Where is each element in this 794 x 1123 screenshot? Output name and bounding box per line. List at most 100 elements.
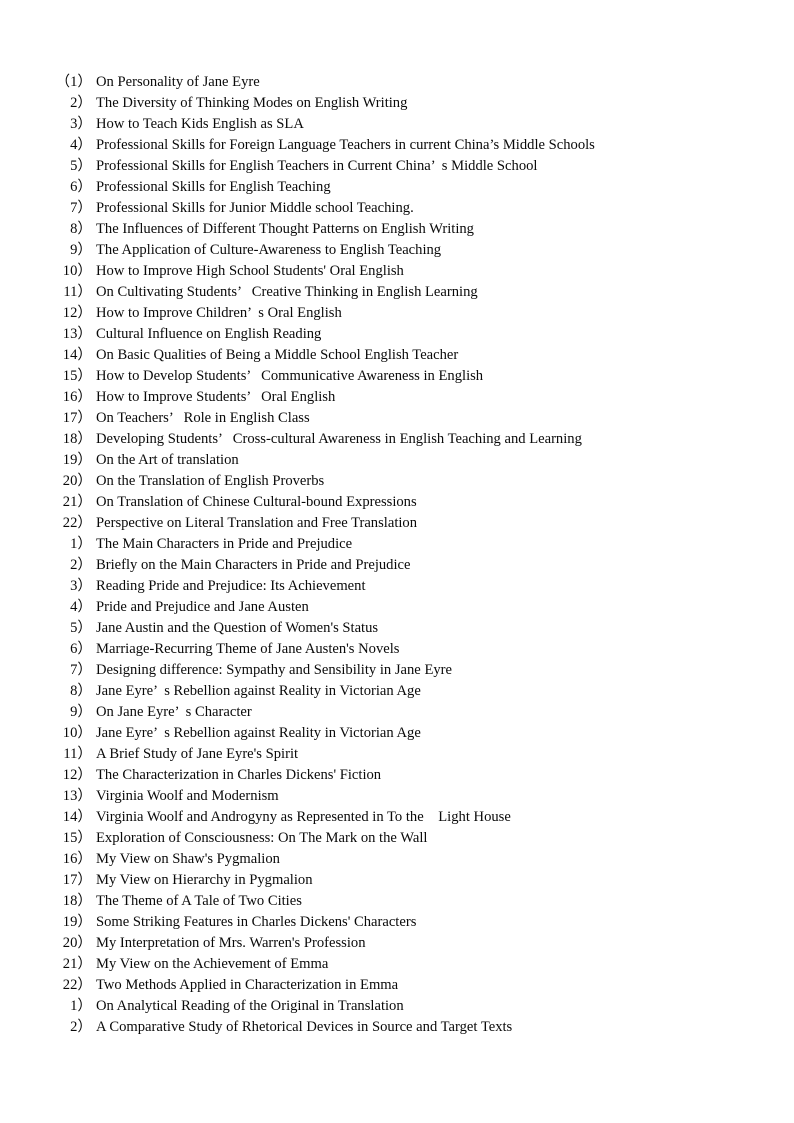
topic-title: Professional Skills for English Teachers… — [96, 158, 538, 174]
topic-number: 8） — [70, 221, 92, 237]
topic-title: How to Develop Students’ Communicative A… — [96, 368, 484, 384]
topic-title: On the Art of translation — [96, 452, 239, 468]
topic-number: 4） — [70, 137, 92, 153]
topic-title: Professional Skills for English Teaching — [96, 179, 331, 195]
topic-number: 7） — [70, 200, 92, 216]
topic-title: Virginia Woolf and Modernism — [96, 788, 279, 804]
topic-number: 1） — [70, 998, 92, 1014]
topic-number: 2） — [70, 1019, 92, 1035]
topic-number: 6） — [70, 641, 92, 657]
topic-list-item: 1） The Main Characters in Pride and Preju… — [0, 534, 794, 555]
topic-list-item: 8） Jane Eyre’ s Rebellion against Reality… — [0, 681, 794, 702]
topic-list-item: 11） A Brief Study of Jane Eyre's Spirit — [0, 744, 794, 765]
topic-title: The Characterization in Charles Dickens'… — [96, 767, 382, 783]
topic-number: 11） — [63, 284, 92, 300]
topic-title: On Personality of Jane Eyre — [96, 74, 260, 90]
topic-title: Exploration of Consciousness: On The Mar… — [96, 830, 428, 846]
topic-list-item: 7） Professional Skills for Junior Middle … — [0, 198, 794, 219]
topic-title: Professional Skills for Foreign Language… — [96, 137, 595, 153]
topic-number: 22） — [62, 515, 92, 531]
topic-number: 13） — [62, 326, 92, 342]
topic-list-item: 13） Virginia Woolf and Modernism — [0, 786, 794, 807]
topic-list-item: 9） On Jane Eyre’ s Character — [0, 702, 794, 723]
topic-list-item: 2） The Diversity of Thinking Modes on Eng… — [0, 93, 794, 114]
topic-list-item: 11） On Cultivating Students’ Creative Thi… — [0, 282, 794, 303]
topic-list-item: 19） On the Art of translation — [0, 450, 794, 471]
topic-list-item: 4） Pride and Prejudice and Jane Austen — [0, 597, 794, 618]
topic-number: 18） — [62, 431, 92, 447]
topic-list-item: 3） How to Teach Kids English as SLA — [0, 114, 794, 135]
topic-title: A Comparative Study of Rhetorical Device… — [96, 1019, 513, 1035]
topic-list-item: 8） The Influences of Different Thought Pa… — [0, 219, 794, 240]
topic-list-item: 6） Marriage-Recurring Theme of Jane Auste… — [0, 639, 794, 660]
topic-number: 18） — [62, 893, 92, 909]
topic-title: Briefly on the Main Characters in Pride … — [96, 557, 411, 573]
topic-list-item: 5） Professional Skills for English Teache… — [0, 156, 794, 177]
topic-list-item: 4） Professional Skills for Foreign Langua… — [0, 135, 794, 156]
topic-list-item: 10） How to Improve High School Students' … — [0, 261, 794, 282]
topic-title: Jane Eyre’ s Rebellion against Reality i… — [96, 683, 421, 699]
topic-list-item: 21） My View on the Achievement of Emma — [0, 954, 794, 975]
topic-number: 8） — [70, 683, 92, 699]
topic-title: On the Translation of English Proverbs — [96, 473, 325, 489]
topic-number: （1） — [55, 74, 93, 90]
topic-number: 12） — [62, 305, 92, 321]
topic-number: 16） — [62, 851, 92, 867]
topic-list-item: 22） Two Methods Applied in Characterizati… — [0, 975, 794, 996]
topic-number: 10） — [62, 725, 92, 741]
topic-number: 12） — [62, 767, 92, 783]
topic-list-item: 17） On Teachers’ Role in English Class — [0, 408, 794, 429]
topic-number: 17） — [62, 410, 92, 426]
topic-title: Reading Pride and Prejudice: Its Achieve… — [96, 578, 366, 594]
topic-list-item: 16） How to Improve Students’ Oral English — [0, 387, 794, 408]
topic-title: The Application of Culture-Awareness to … — [96, 242, 442, 258]
topic-list-item: 20） My Interpretation of Mrs. Warren's Pr… — [0, 933, 794, 954]
topic-title: On Teachers’ Role in English Class — [96, 410, 310, 426]
topic-title: Cultural Influence on English Reading — [96, 326, 322, 342]
topic-number: 10） — [62, 263, 92, 279]
topic-list-item: 7） Designing difference: Sympathy and Sen… — [0, 660, 794, 681]
topic-title: Marriage-Recurring Theme of Jane Austen'… — [96, 641, 400, 657]
topic-title: On Analytical Reading of the Original in… — [96, 998, 404, 1014]
topic-list-item: 9） The Application of Culture-Awareness t… — [0, 240, 794, 261]
topic-title: The Theme of A Tale of Two Cities — [96, 893, 302, 909]
topic-list-item: 22） Perspective on Literal Translation an… — [0, 513, 794, 534]
document-page: （1） On Personality of Jane Eyre 2） The Dive… — [0, 0, 794, 1123]
topic-list-item: 2） A Comparative Study of Rhetorical Devi… — [0, 1017, 794, 1038]
topic-title: The Influences of Different Thought Patt… — [96, 221, 474, 237]
topic-title: How to Teach Kids English as SLA — [96, 116, 304, 132]
topic-number: 22） — [62, 977, 92, 993]
topic-title: Professional Skills for Junior Middle sc… — [96, 200, 414, 216]
topic-list-item: 18） The Theme of A Tale of Two Cities — [0, 891, 794, 912]
topic-number: 16） — [62, 389, 92, 405]
topic-list-item: 2） Briefly on the Main Characters in Prid… — [0, 555, 794, 576]
topic-number: 3） — [70, 578, 92, 594]
topic-number: 7） — [70, 662, 92, 678]
topic-number: 21） — [62, 494, 92, 510]
topic-number: 15） — [62, 830, 92, 846]
topic-number: 20） — [62, 473, 92, 489]
topic-title: How to Improve Students’ Oral English — [96, 389, 336, 405]
topic-number: 13） — [62, 788, 92, 804]
topic-number: 19） — [62, 452, 92, 468]
topic-list-item: （1） On Personality of Jane Eyre — [0, 72, 794, 93]
topic-title: Designing difference: Sympathy and Sensi… — [96, 662, 452, 678]
topic-title: Pride and Prejudice and Jane Austen — [96, 599, 309, 615]
topic-number: 5） — [70, 158, 92, 174]
topic-number: 14） — [62, 809, 92, 825]
topic-title: Some Striking Features in Charles Dicken… — [96, 914, 417, 930]
topic-title: How to Improve Children’ s Oral English — [96, 305, 342, 321]
topic-title: On Basic Qualities of Being a Middle Sch… — [96, 347, 459, 363]
topic-list-item: 18） Developing Students’ Cross-cultural A… — [0, 429, 794, 450]
topic-number: 19） — [62, 914, 92, 930]
topic-title: Perspective on Literal Translation and F… — [96, 515, 418, 531]
topic-list-item: 20） On the Translation of English Proverb… — [0, 471, 794, 492]
topic-number: 3） — [70, 116, 92, 132]
topic-list-item: 3） Reading Pride and Prejudice: Its Achie… — [0, 576, 794, 597]
topic-number: 14） — [62, 347, 92, 363]
topic-title: On Cultivating Students’ Creative Thinki… — [96, 284, 478, 300]
topic-list-item: 16） My View on Shaw's Pygmalion — [0, 849, 794, 870]
topic-title: Jane Eyre’ s Rebellion against Reality i… — [96, 725, 421, 741]
topic-number: 11） — [63, 746, 92, 762]
topic-number: 21） — [62, 956, 92, 972]
